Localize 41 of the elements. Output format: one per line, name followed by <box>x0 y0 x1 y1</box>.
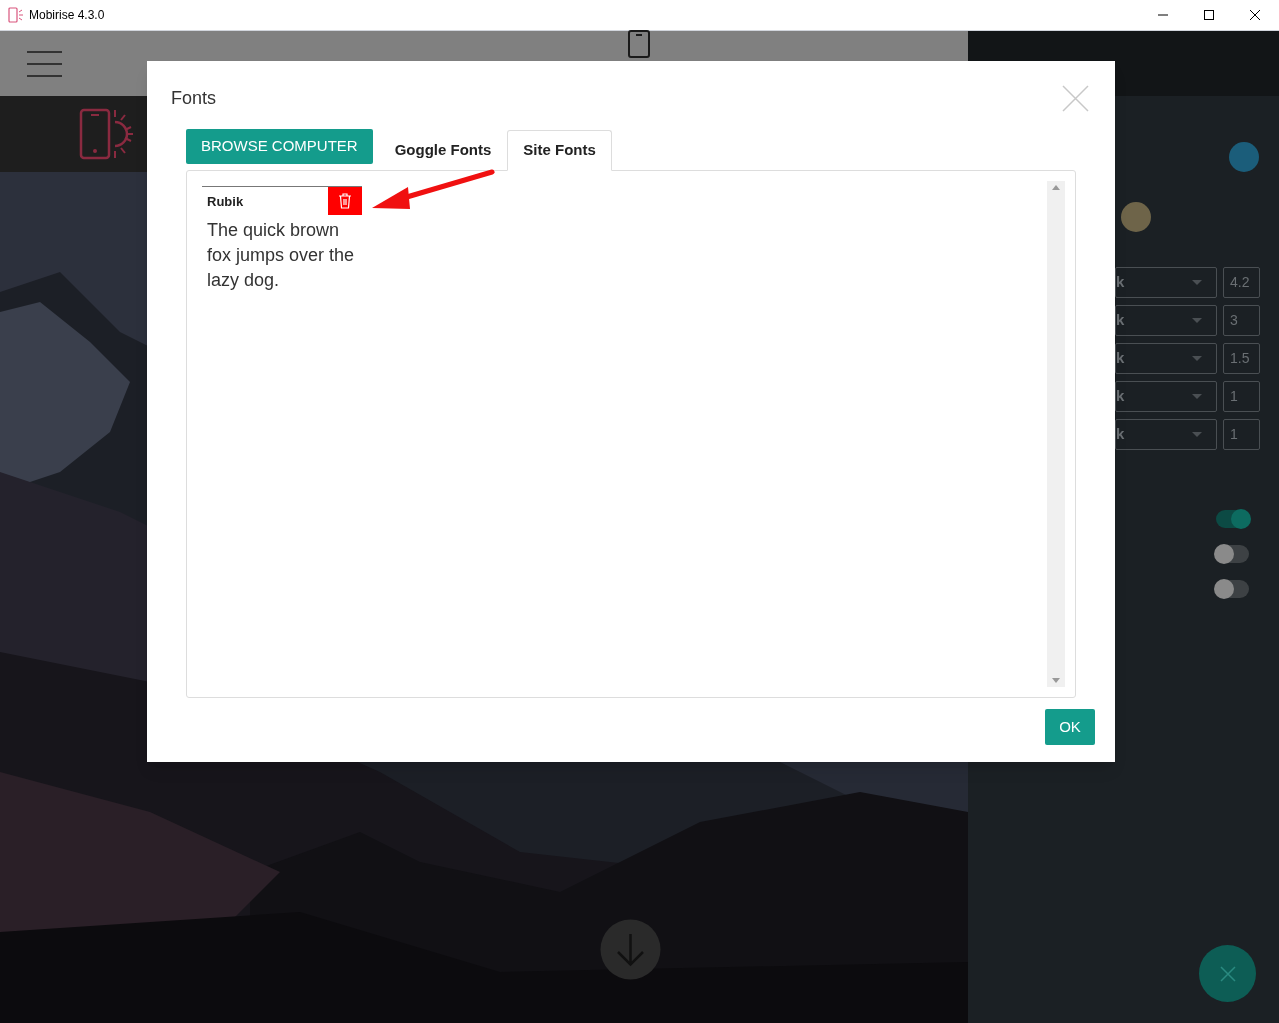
font-name: Rubik <box>206 193 244 211</box>
trash-icon <box>339 193 351 209</box>
font-dropdown[interactable]: k <box>1115 381 1217 412</box>
caret-icon <box>1192 280 1202 285</box>
delete-font-button[interactable] <box>328 187 362 215</box>
dialog-title: Fonts <box>171 87 217 110</box>
browse-computer-button[interactable]: BROWSE COMPUTER <box>186 129 373 164</box>
arrow-annotation-icon <box>372 169 495 211</box>
size-field[interactable]: 4.2 <box>1223 267 1260 298</box>
scroll-down-icon[interactable] <box>1052 678 1060 683</box>
tab[interactable]: Site Fonts <box>507 130 612 171</box>
caret-icon <box>1192 356 1202 361</box>
close-icon <box>1219 965 1236 982</box>
maximize-icon[interactable] <box>1204 10 1214 20</box>
size-field[interactable]: 1 <box>1223 419 1260 450</box>
close-fab-button[interactable] <box>1199 945 1256 1002</box>
ok-button[interactable]: OK <box>1045 709 1095 745</box>
color-swatch[interactable] <box>1229 142 1259 172</box>
toggle-switch[interactable] <box>1216 580 1249 598</box>
close-icon[interactable] <box>1250 10 1260 20</box>
app-logo-icon <box>8 7 24 23</box>
tab[interactable]: Goggle Fonts <box>378 130 508 171</box>
window-title: Mobirise 4.3.0 <box>29 7 105 24</box>
phone-icon[interactable] <box>628 29 650 58</box>
size-field[interactable]: 3 <box>1223 305 1260 336</box>
toggle-switch[interactable] <box>1216 510 1249 528</box>
color-swatch[interactable] <box>1121 202 1151 232</box>
size-field[interactable]: 1 <box>1223 381 1260 412</box>
font-sample: The quick brown fox jumps over the lazy dog. <box>206 219 356 292</box>
caret-icon <box>1192 394 1202 399</box>
size-field[interactable]: 1.5 <box>1223 343 1260 374</box>
caret-icon <box>1192 432 1202 437</box>
caret-icon <box>1192 318 1202 323</box>
font-dropdown[interactable]: k <box>1115 305 1217 336</box>
scroll-up-icon[interactable] <box>1052 185 1060 190</box>
menu-icon[interactable] <box>27 50 62 77</box>
scrollbar[interactable] <box>1047 181 1065 687</box>
font-dropdown[interactable]: k <box>1115 267 1217 298</box>
font-dropdown[interactable]: k <box>1115 419 1217 450</box>
toggle-switch[interactable] <box>1216 545 1249 563</box>
font-dropdown[interactable]: k <box>1115 343 1217 374</box>
